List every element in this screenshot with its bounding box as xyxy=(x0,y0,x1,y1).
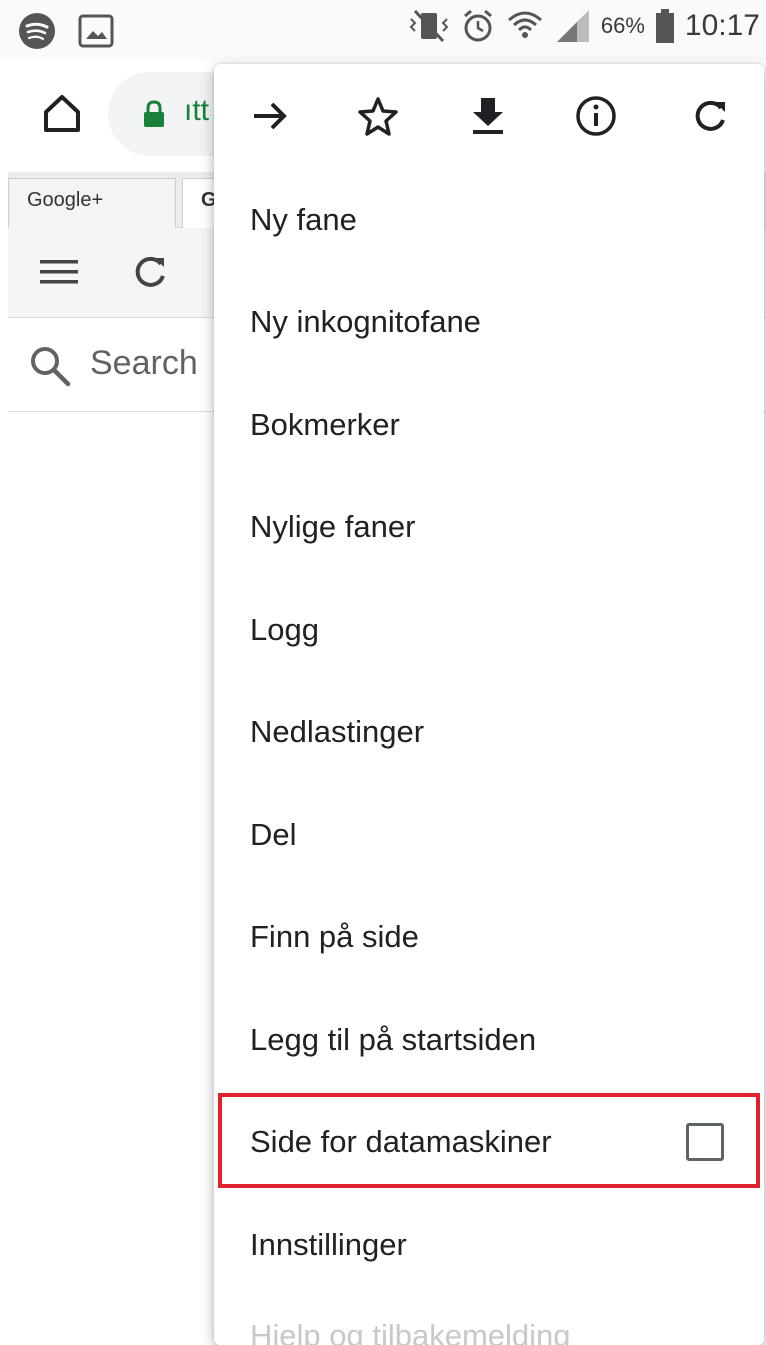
alarm-icon xyxy=(461,9,495,43)
info-icon[interactable] xyxy=(572,92,620,140)
menu-item-help-feedback[interactable]: Hjelp og tilbakemelding xyxy=(214,1294,764,1345)
download-icon[interactable] xyxy=(464,92,512,140)
home-icon[interactable] xyxy=(38,90,86,138)
menu-item-label: Side for datamaskiner xyxy=(250,1124,552,1159)
reload-icon[interactable] xyxy=(686,92,734,140)
clock: 10:17 xyxy=(684,9,760,42)
bookmark-star-icon[interactable] xyxy=(354,92,402,140)
menu-item-label: Nedlastinger xyxy=(250,714,425,749)
wifi-icon xyxy=(505,8,545,44)
menu-item-history[interactable]: Logg xyxy=(214,580,764,680)
spotify-icon xyxy=(18,12,56,50)
menu-item-label: Legg til på startsiden xyxy=(250,1022,537,1057)
menu-item-desktop-site[interactable]: Side for datamaskiner xyxy=(214,1092,764,1192)
menu-item-downloads[interactable]: Nedlastinger xyxy=(214,682,764,782)
url-text: ıtt xyxy=(184,94,210,127)
menu-item-label: Finn på side xyxy=(250,919,419,954)
lock-icon xyxy=(142,100,166,133)
menu-item-label: Ny fane xyxy=(250,202,357,237)
menu-item-incognito-tab[interactable]: Ny inkognitofane xyxy=(214,272,764,372)
signal-icon xyxy=(555,8,591,44)
overflow-menu: Ny fane Ny inkognitofane Bokmerker Nylig… xyxy=(214,64,764,1345)
menu-item-label: Innstillinger xyxy=(250,1227,407,1262)
menu-item-label: Del xyxy=(250,817,297,852)
menu-item-find-in-page[interactable]: Finn på side xyxy=(214,887,764,987)
status-bar: 66% 10:17 xyxy=(0,0,766,60)
battery-icon xyxy=(655,9,675,43)
forward-icon[interactable] xyxy=(246,92,294,140)
menu-item-label: Logg xyxy=(250,612,319,647)
menu-item-recent-tabs[interactable]: Nylige faner xyxy=(214,477,764,577)
page-reload-icon[interactable] xyxy=(130,252,170,297)
menu-item-new-tab[interactable]: Ny fane xyxy=(214,170,764,270)
page-tab[interactable]: Google+ xyxy=(8,178,176,228)
menu-item-label: Nylige faner xyxy=(250,509,416,544)
menu-item-add-to-home[interactable]: Legg til på startsiden xyxy=(214,990,764,1090)
search-placeholder: Search xyxy=(90,344,198,382)
battery-percent: 66% xyxy=(600,13,645,38)
menu-item-label: Hjelp og tilbakemelding xyxy=(250,1318,571,1345)
search-icon xyxy=(28,344,72,393)
menu-icon-row xyxy=(214,64,764,168)
menu-item-label: Ny inkognitofane xyxy=(250,304,481,339)
menu-item-settings[interactable]: Innstillinger xyxy=(214,1195,764,1295)
vibrate-mute-icon xyxy=(407,9,451,43)
hamburger-menu-icon[interactable] xyxy=(38,254,80,295)
gallery-icon xyxy=(78,13,114,49)
menu-item-share[interactable]: Del xyxy=(214,785,764,885)
menu-item-bookmarks[interactable]: Bokmerker xyxy=(214,375,764,475)
desktop-site-checkbox[interactable] xyxy=(686,1123,724,1161)
menu-item-label: Bokmerker xyxy=(250,407,400,442)
